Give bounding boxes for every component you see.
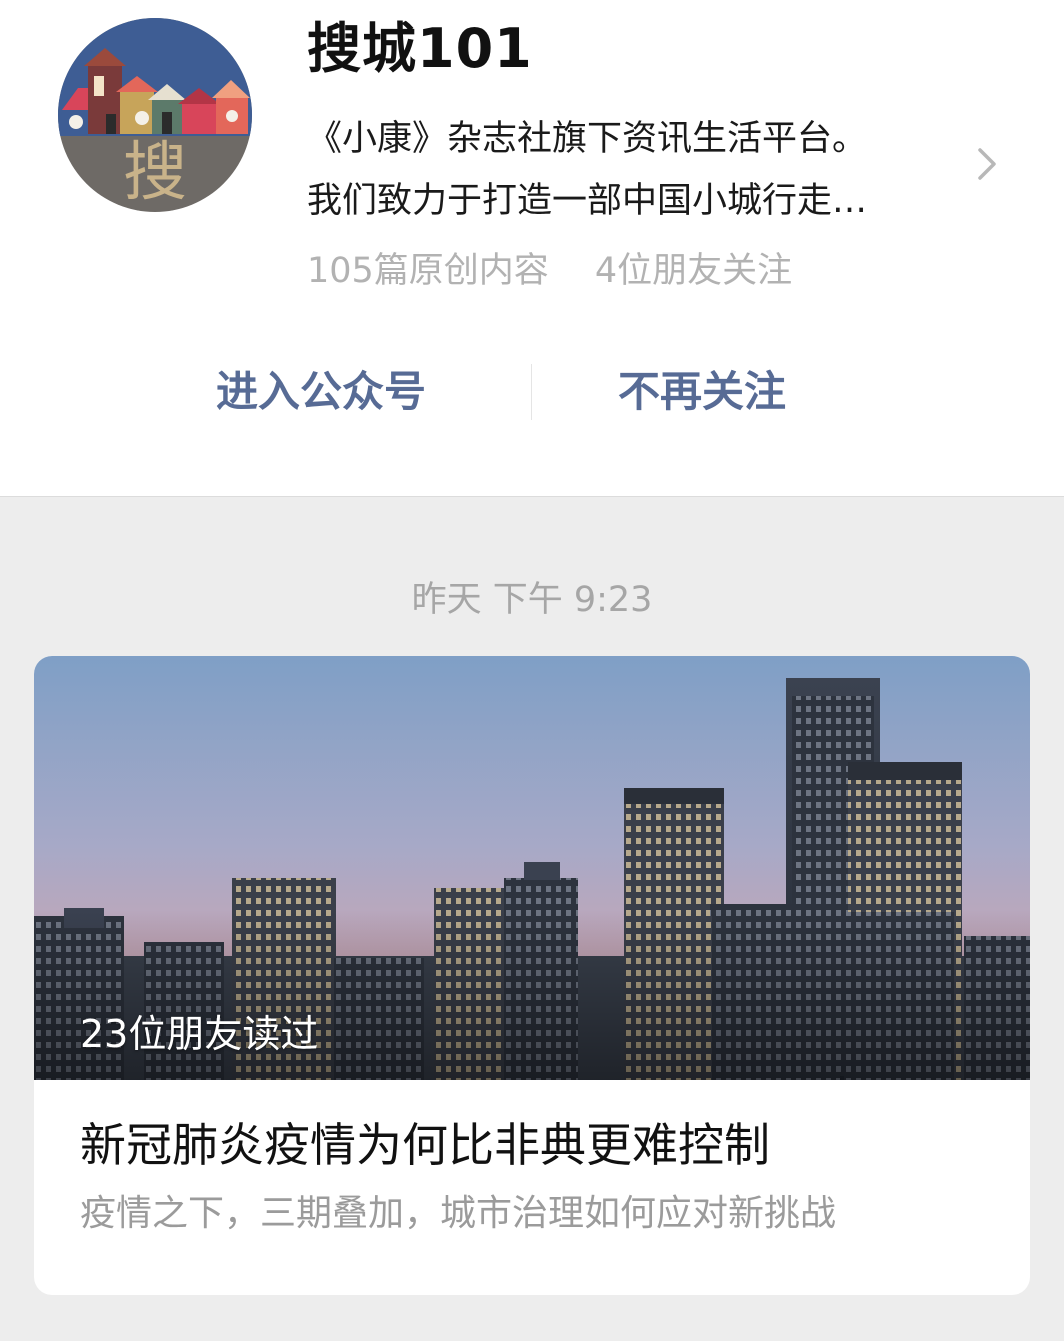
friends-read-count: 23位朋友读过 <box>80 1012 319 1056</box>
account-profile-panel: 搜 搜城101 《小康》杂志社旗下资讯生活平台。 我们致力于打造一部中国小城行走… <box>0 0 1064 497</box>
chevron-right-icon[interactable] <box>974 144 1002 184</box>
account-description[interactable]: 《小康》杂志社旗下资讯生活平台。 我们致力于打造一部中国小城行走… <box>307 108 957 232</box>
message-timestamp: 昨天 下午 9:23 <box>411 580 653 620</box>
friends-following-count: 4位朋友关注 <box>594 251 793 291</box>
avatar-image: 搜 <box>58 18 252 212</box>
avatar-glyph: 搜 <box>123 136 187 210</box>
account-actions: 进入公众号 不再关注 <box>0 352 1064 432</box>
article-subtitle: 疫情之下，三期叠加，城市治理如何应对新挑战 <box>80 1193 837 1234</box>
account-avatar[interactable]: 搜 <box>58 18 252 212</box>
account-description-line-1: 《小康》杂志社旗下资讯生活平台。 <box>307 119 868 159</box>
unfollow-button[interactable]: 不再关注 <box>618 352 786 432</box>
article-title[interactable]: 新冠肺炎疫情为何比非典更难控制 <box>80 1114 770 1176</box>
account-description-line-2: 我们致力于打造一部中国小城行走… <box>307 181 868 221</box>
original-content-count: 105篇原创内容 <box>307 251 549 291</box>
account-stats: 105篇原创内容 4位朋友关注 <box>307 246 792 296</box>
enter-account-button[interactable]: 进入公众号 <box>216 352 426 432</box>
account-name: 搜城101 <box>307 17 533 80</box>
article-cover-image: 23位朋友读过 <box>34 656 1030 1080</box>
actions-divider <box>531 364 532 420</box>
article-card[interactable]: 23位朋友读过 新冠肺炎疫情为何比非典更难控制 疫情之下，三期叠加，城市治理如何… <box>34 656 1030 1295</box>
